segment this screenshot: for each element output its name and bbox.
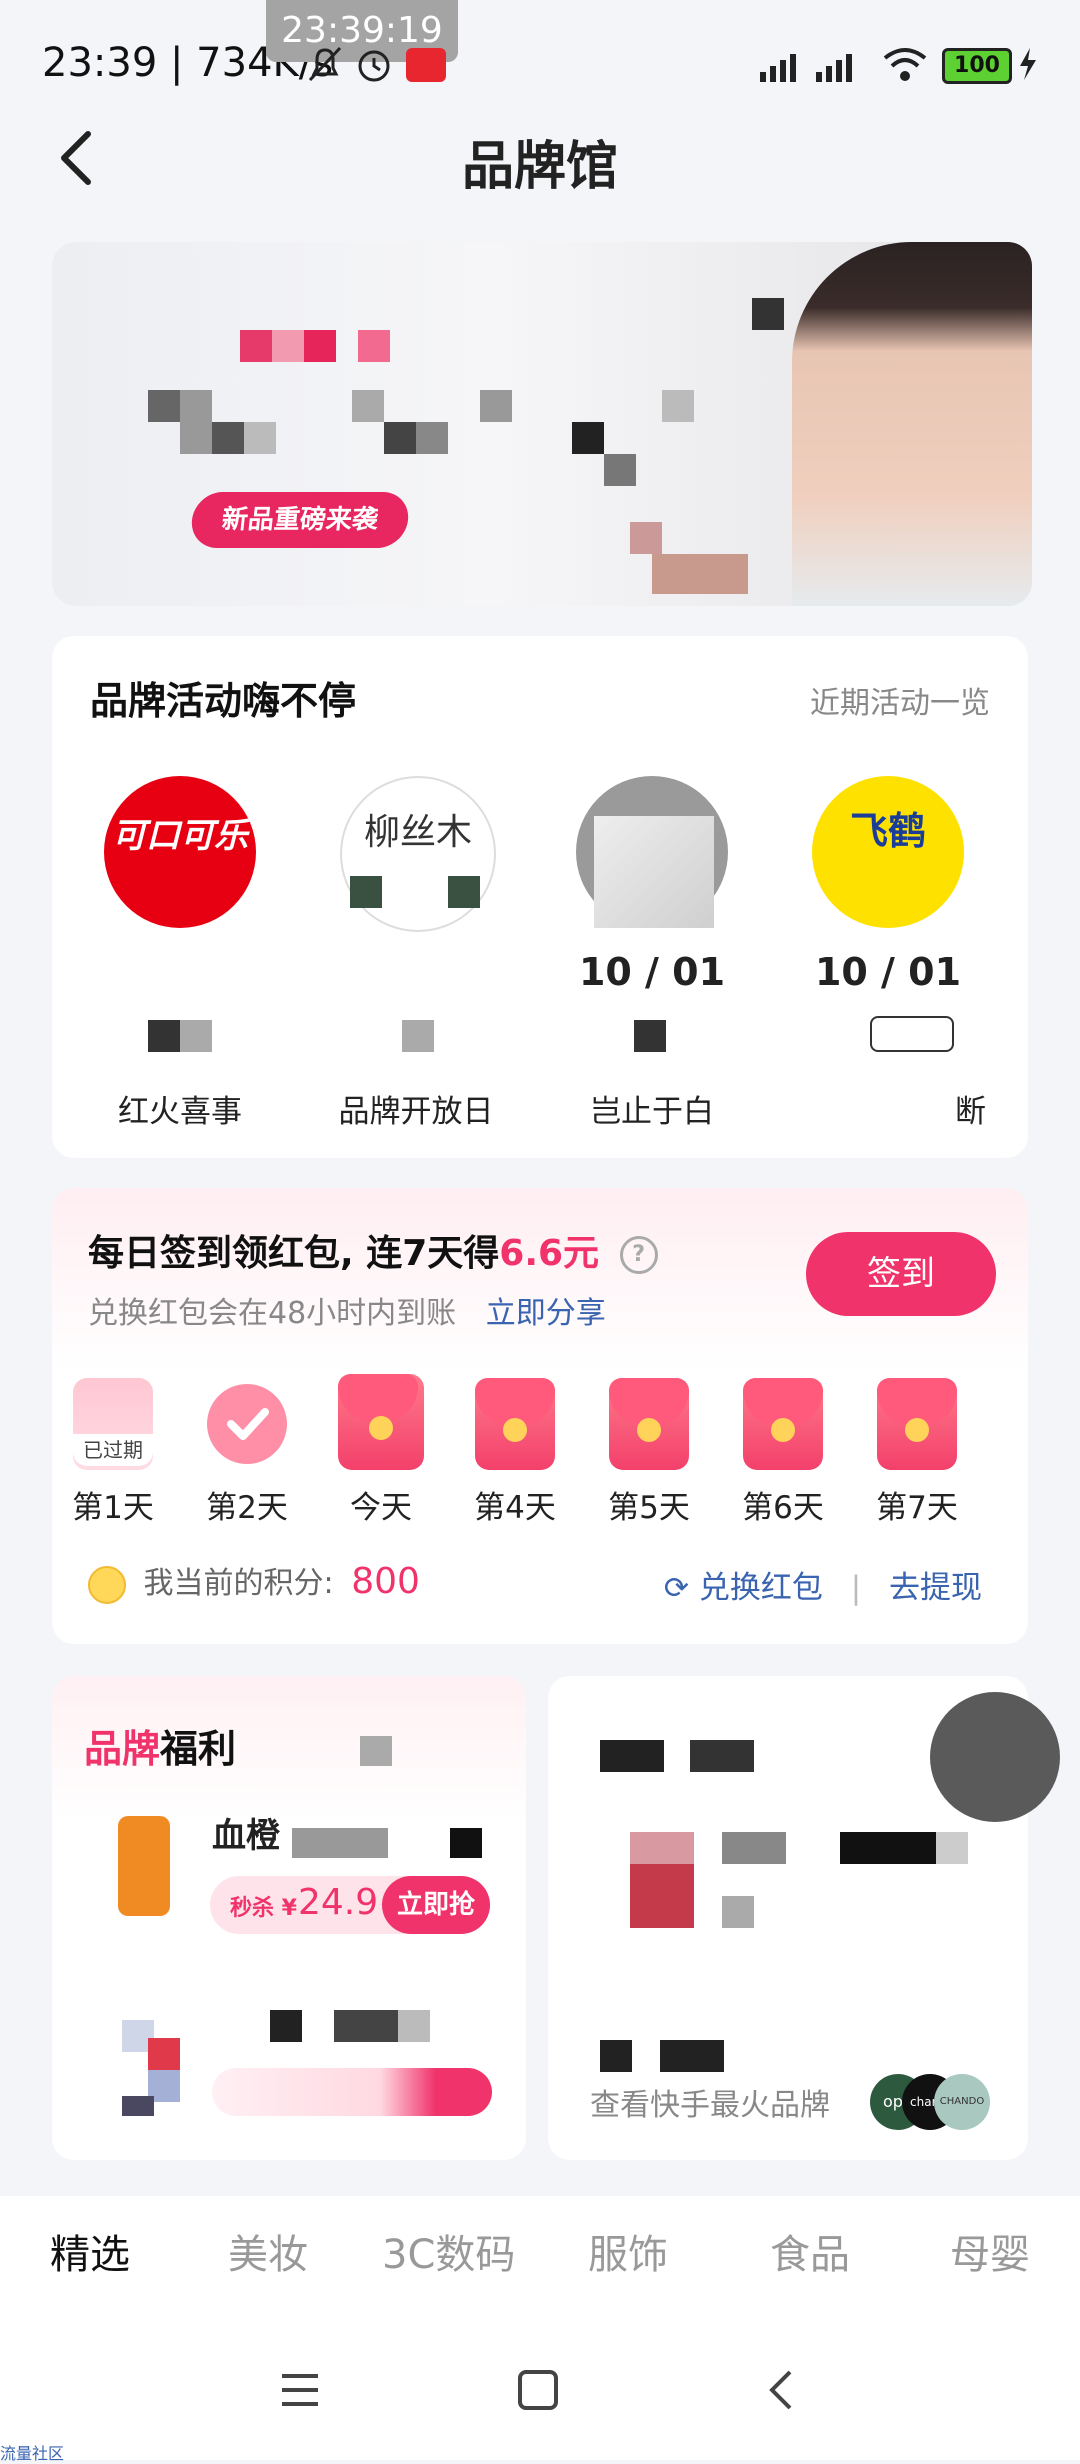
price-prefix: 秒杀 ¥ <box>230 1896 297 1921</box>
category-tabs <box>0 2196 1080 2316</box>
day-label: 第4天 <box>474 1490 556 1526</box>
points-label: 我当前的积分: <box>143 1566 334 1601</box>
brand-round-logo <box>930 1692 1060 1822</box>
brand-activity-name: 红火喜事 <box>118 1094 242 1130</box>
tab-baby[interactable]: 母婴 <box>950 2222 1030 2280</box>
day-item: 第4天 <box>460 1378 570 1526</box>
exchange-link[interactable]: 兑换红包 <box>699 1570 823 1606</box>
red-packet <box>743 1378 823 1470</box>
brand-item[interactable]: 柳丝木 品牌开放日 <box>298 776 534 1136</box>
day-item: 第5天 <box>594 1378 704 1526</box>
brand-activity-date: 10 / 01 <box>578 950 726 994</box>
tab-digital[interactable]: 3C数码 <box>382 2222 515 2280</box>
signal-icon <box>760 54 852 82</box>
checked-icon <box>207 1384 287 1464</box>
home-icon[interactable] <box>516 2368 560 2412</box>
battery-icon: 100 <box>942 48 1012 84</box>
promo-banner[interactable]: 新品重磅来袭 <box>52 242 1032 606</box>
withdraw-link[interactable]: 去提现 <box>889 1570 982 1606</box>
day-label: 第6天 <box>742 1490 824 1526</box>
share-link[interactable]: 立即分享 <box>486 1296 606 1331</box>
checkin-subtitle-text: 兑换红包会在48小时内到账 <box>88 1296 457 1331</box>
banner-tag: 新品重磅来袭 <box>189 492 411 548</box>
alarm-icon <box>358 50 390 82</box>
brand-item[interactable]: 飞鹤 10 / 01 断 <box>770 776 1006 1136</box>
day-item[interactable]: 今天 <box>326 1374 436 1526</box>
watermark: 流量社区 <box>0 2444 65 2463</box>
divider: | <box>850 1570 862 1606</box>
checkin-title-text: 每日签到领红包, 连7天得 <box>88 1233 500 1274</box>
day-item: 已过期 第1天 <box>58 1378 168 1526</box>
brand-activities-card: 品牌活动嗨不停 近期活动一览 可口可乐 红火喜事 柳丝木 品牌开放日 10 / … <box>52 636 1028 1158</box>
product-name: 血橙 <box>212 1816 280 1856</box>
red-packet-expired: 已过期 <box>73 1378 153 1470</box>
brand-logo: 柳丝木 <box>340 776 496 932</box>
buy-now-button[interactable]: 立即抢 <box>382 1876 490 1934</box>
brand-logo-3: CHANDO <box>934 2074 990 2130</box>
battery-level: 100 <box>954 53 1000 78</box>
brand-item[interactable]: 可口可乐 红火喜事 <box>62 776 298 1136</box>
price-pill-2[interactable] <box>212 2068 492 2116</box>
brand-activity-name: 岂止于白 <box>590 1094 714 1130</box>
wifi-icon <box>883 48 927 81</box>
hot-brands-link[interactable]: 查看快手最火品牌 <box>590 2080 830 2124</box>
red-packet <box>609 1378 689 1470</box>
checkin-amount: 6.6元 <box>499 1233 600 1274</box>
welfare-title: 品牌福利 <box>84 1718 236 1773</box>
day-item: 第7天 <box>862 1378 972 1526</box>
day-item: 第2天 <box>192 1378 302 1526</box>
brand-activity-name: 断 <box>955 1094 986 1130</box>
day-label: 第2天 <box>206 1490 288 1526</box>
red-packet-today <box>338 1374 424 1470</box>
brand-welfare-card[interactable]: 品牌福利 血橙 秒杀 ¥ 24.9 立即抢 <box>52 1676 526 2160</box>
welfare-title-a: 品牌 <box>84 1727 161 1771</box>
menu-icon[interactable] <box>278 2368 322 2412</box>
red-packet <box>877 1378 957 1470</box>
hot-brands-card[interactable]: 查看快手最火品牌 opp chanel CHANDO <box>548 1676 1060 2160</box>
day-item: 第6天 <box>728 1378 838 1526</box>
expired-label: 已过期 <box>73 1434 153 1466</box>
app-notification-icon <box>406 48 446 82</box>
tab-beauty[interactable]: 美妆 <box>228 2222 308 2280</box>
day-label: 今天 <box>350 1490 412 1526</box>
coin-icon <box>88 1565 126 1604</box>
day-label: 第1天 <box>72 1490 154 1526</box>
help-icon[interactable]: ? <box>619 1236 658 1274</box>
checkin-subtitle: 兑换红包会在48小时内到账 立即分享 <box>88 1288 606 1332</box>
points-row: 我当前的积分: 800 <box>88 1558 420 1604</box>
section-title: 品牌活动嗨不停 <box>90 679 357 723</box>
tab-food[interactable]: 食品 <box>770 2222 850 2280</box>
checkin-button[interactable]: 签到 <box>806 1232 996 1316</box>
points-actions: ⟳ 兑换红包 | 去提现 <box>664 1562 982 1607</box>
recent-activities-link[interactable]: 近期活动一览 <box>810 678 990 722</box>
page-title: 品牌馆 <box>461 137 618 197</box>
model-portrait <box>792 242 1032 606</box>
checkin-card: 每日签到领红包, 连7天得6.6元 ? 兑换红包会在48小时内到账 立即分享 签… <box>52 1188 1028 1644</box>
brand-logo-stack: opp chanel CHANDO <box>870 2074 990 2130</box>
back-nav-icon[interactable] <box>760 2368 804 2412</box>
red-packet <box>475 1378 555 1470</box>
checkin-title: 每日签到领红包, 连7天得6.6元 ? <box>88 1224 658 1276</box>
welfare-title-b: 福利 <box>160 1727 237 1771</box>
points-value: 800 <box>351 1561 420 1602</box>
refresh-icon: ⟳ <box>663 1571 689 1606</box>
brand-logo: 飞鹤 <box>812 776 964 928</box>
bell-mute-icon <box>308 46 342 82</box>
day-label: 第5天 <box>608 1490 690 1526</box>
brand-activity-date: 10 / 01 <box>814 950 962 994</box>
status-bar: 23:39 | 734K/s 23:39:19 100 <box>0 0 1080 110</box>
charging-icon <box>1020 48 1036 80</box>
day-label: 第7天 <box>876 1490 958 1526</box>
product-price: 24.9 <box>298 1882 379 1923</box>
tab-selected[interactable]: 精选 <box>50 2222 130 2280</box>
brand-activity-name: 品牌开放日 <box>338 1094 494 1130</box>
brand-item[interactable]: 10 / 01 岂止于白 <box>534 776 770 1136</box>
product-image <box>118 1816 170 1916</box>
brand-logo: 可口可乐 <box>104 776 256 928</box>
price-pill[interactable]: 秒杀 ¥ 24.9 立即抢 <box>210 1876 490 1934</box>
brand-activity-badge <box>870 1016 954 1052</box>
tab-clothing[interactable]: 服饰 <box>588 2222 668 2280</box>
